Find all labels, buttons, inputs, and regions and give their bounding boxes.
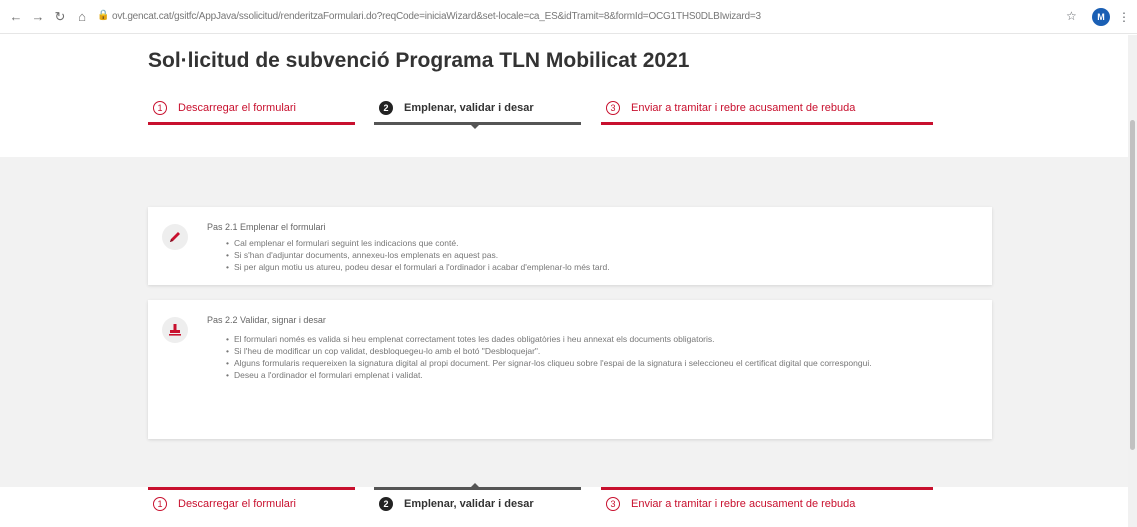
lock-icon[interactable]: 🔒	[97, 10, 109, 22]
page-title: Sol·licitud de subvenció Programa TLN Mo…	[148, 49, 690, 72]
step-fill-validate-save[interactable]: 2 Emplenar, validar i desar	[374, 483, 581, 520]
scrollbar-thumb[interactable]	[1130, 120, 1135, 450]
step-number: 2	[379, 101, 393, 115]
step-number: 3	[606, 497, 620, 511]
list-item: Si s'han d'adjuntar documents, annexeu-l…	[226, 249, 974, 261]
step-navigation-top: 1 Descarregar el formulari 2 Emplenar, v…	[148, 94, 933, 129]
active-step-caret	[471, 483, 479, 487]
step-label: Emplenar, validar i desar	[404, 102, 534, 114]
step-label: Emplenar, validar i desar	[404, 498, 534, 510]
stamp-icon	[162, 317, 188, 343]
page-scrollbar[interactable]	[1128, 35, 1137, 527]
address-bar[interactable]: ovt.gencat.cat/gsitfc/AppJava/ssolicitud…	[112, 10, 812, 24]
list-item: Si per algun motiu us atureu, podeu desa…	[226, 261, 974, 273]
step-label: Enviar a tramitar i rebre acusament de r…	[631, 102, 856, 114]
step-overline	[374, 487, 581, 490]
pencil-icon	[162, 224, 188, 250]
step-number: 1	[153, 497, 167, 511]
active-step-caret	[471, 125, 479, 129]
browser-menu-icon[interactable]: ⋮	[1118, 9, 1130, 25]
step-send[interactable]: 3 Enviar a tramitar i rebre acusament de…	[601, 94, 933, 125]
step-label: Enviar a tramitar i rebre acusament de r…	[631, 498, 856, 510]
step-label: Descarregar el formulari	[178, 498, 296, 510]
bookmark-star-icon[interactable]: ☆	[1066, 9, 1080, 23]
step-overline	[601, 487, 933, 490]
step-number: 1	[153, 101, 167, 115]
step-download[interactable]: 1 Descarregar el formulari	[148, 94, 355, 125]
list-item: Deseu a l'ordinador el formulari emplena…	[226, 369, 974, 381]
card-instructions: Cal emplenar el formulari seguint les in…	[226, 237, 974, 273]
step-label: Descarregar el formulari	[178, 102, 296, 114]
list-item: Cal emplenar el formulari seguint les in…	[226, 237, 974, 249]
card-instructions: El formulari només es valida si heu empl…	[226, 333, 974, 381]
step-navigation-bottom: 1 Descarregar el formulari 2 Emplenar, v…	[148, 483, 933, 520]
list-item: Alguns formularis requereixen la signatu…	[226, 357, 974, 369]
list-item: Si l'heu de modificar un cop validat, de…	[226, 345, 974, 357]
step-underline	[601, 122, 933, 125]
step-download[interactable]: 1 Descarregar el formulari	[148, 487, 355, 520]
step-card-fill: Pas 2.1 Emplenar el formulari Cal emplen…	[148, 207, 992, 285]
step-send[interactable]: 3 Enviar a tramitar i rebre acusament de…	[601, 487, 933, 520]
step-number: 2	[379, 497, 393, 511]
step-underline	[148, 122, 355, 125]
profile-avatar[interactable]: M	[1092, 8, 1110, 26]
step-card-validate: Pas 2.2 Validar, signar i desar El formu…	[148, 300, 992, 439]
main-content: Pas 2.1 Emplenar el formulari Cal emplen…	[0, 157, 1128, 487]
list-item: El formulari només es valida si heu empl…	[226, 333, 974, 345]
step-overline	[148, 487, 355, 490]
reload-icon[interactable]: ↻	[52, 9, 68, 25]
browser-toolbar: ← → ↻ ⌂ 🔒 ovt.gencat.cat/gsitfc/AppJava/…	[0, 0, 1137, 34]
card-title: Pas 2.1 Emplenar el formulari	[207, 222, 326, 232]
card-title: Pas 2.2 Validar, signar i desar	[207, 315, 326, 325]
step-number: 3	[606, 101, 620, 115]
step-fill-validate-save[interactable]: 2 Emplenar, validar i desar	[374, 94, 581, 129]
back-icon[interactable]: ←	[8, 9, 24, 25]
forward-icon[interactable]: →	[30, 9, 46, 25]
home-icon[interactable]: ⌂	[74, 9, 90, 25]
